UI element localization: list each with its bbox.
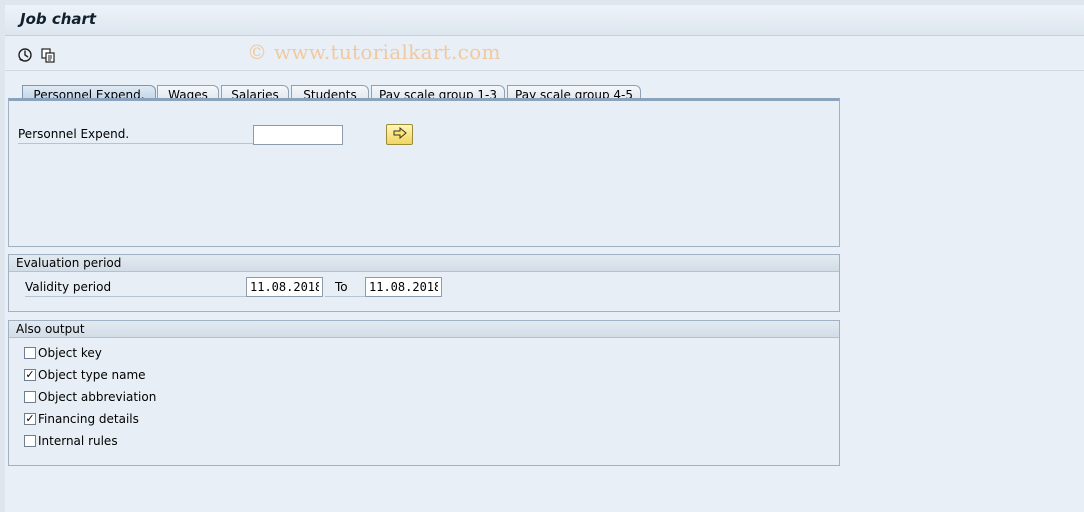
validity-period-label: Validity period bbox=[25, 277, 247, 297]
checkbox-row-object-type-name[interactable]: ✓ Object type name bbox=[24, 366, 146, 384]
personnel-expend-label: Personnel Expend. bbox=[18, 124, 254, 144]
evaluation-period-header: Evaluation period bbox=[9, 255, 839, 272]
object-abbreviation-checkbox[interactable] bbox=[24, 391, 36, 403]
window-title: Job chart bbox=[20, 10, 97, 28]
object-abbreviation-label: Object abbreviation bbox=[38, 390, 157, 404]
checkbox-row-object-abbreviation[interactable]: Object abbreviation bbox=[24, 388, 156, 406]
sap-window: Job chart © www.tutorialkart.com Personn… bbox=[5, 5, 1084, 512]
object-key-label: Object key bbox=[38, 346, 102, 360]
object-type-name-checkbox[interactable]: ✓ bbox=[24, 369, 36, 381]
to-label: To bbox=[325, 277, 365, 297]
financing-details-checkbox[interactable]: ✓ bbox=[24, 413, 36, 425]
checkbox-row-object-key[interactable]: Object key bbox=[24, 344, 102, 362]
execute-icon[interactable] bbox=[16, 46, 34, 64]
arrow-right-icon bbox=[393, 126, 407, 143]
title-bar: Job chart bbox=[5, 5, 1084, 36]
also-output-group: Also output Object key ✓ Object type nam… bbox=[8, 320, 840, 466]
internal-rules-checkbox[interactable] bbox=[24, 435, 36, 447]
copy-variant-icon[interactable] bbox=[39, 46, 57, 64]
checkbox-row-internal-rules[interactable]: Internal rules bbox=[24, 432, 118, 450]
application-toolbar: © www.tutorialkart.com bbox=[5, 37, 1084, 71]
validity-to-input[interactable] bbox=[365, 277, 442, 297]
validity-from-input[interactable] bbox=[246, 277, 323, 297]
evaluation-period-group: Evaluation period Validity period To bbox=[8, 254, 840, 312]
watermark-text: © www.tutorialkart.com bbox=[247, 40, 501, 64]
internal-rules-label: Internal rules bbox=[38, 434, 118, 448]
object-type-name-label: Object type name bbox=[38, 368, 146, 382]
also-output-header: Also output bbox=[9, 321, 839, 338]
personnel-expend-input[interactable] bbox=[253, 125, 343, 145]
tab-panel-personnel: Personnel Expend. bbox=[8, 98, 840, 247]
checkbox-row-financing-details[interactable]: ✓ Financing details bbox=[24, 410, 139, 428]
financing-details-label: Financing details bbox=[38, 412, 139, 426]
go-button[interactable] bbox=[386, 124, 413, 145]
object-key-checkbox[interactable] bbox=[24, 347, 36, 359]
